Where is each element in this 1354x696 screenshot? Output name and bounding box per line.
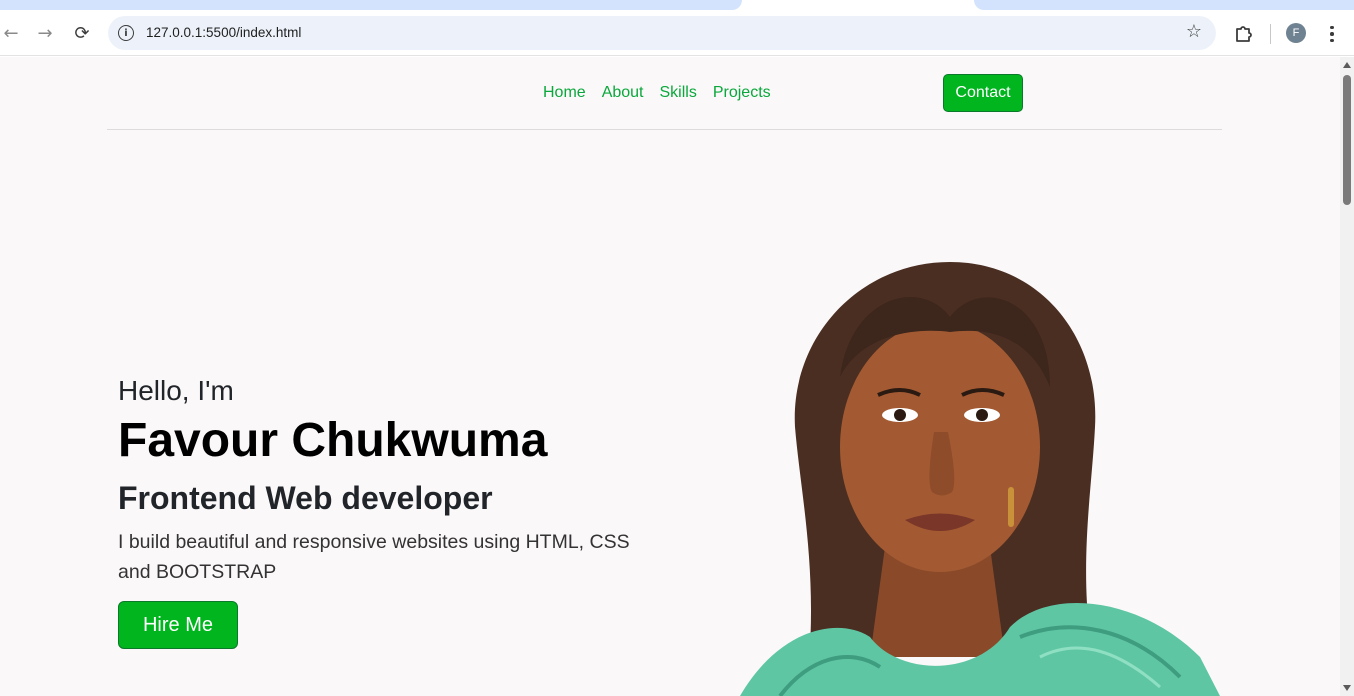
arrow-right-icon: → <box>37 22 53 44</box>
inactive-tab-area-right[interactable] <box>974 0 1354 10</box>
nav-link-home[interactable]: Home <box>543 84 586 102</box>
url-text[interactable]: 127.0.0.1:5500/index.html <box>146 25 301 40</box>
site-navbar: Home About Skills Projects Contact <box>0 57 1340 130</box>
reload-icon: ⟳ <box>74 22 90 44</box>
arrow-left-icon: ← <box>3 22 19 44</box>
address-bar[interactable]: i 127.0.0.1:5500/index.html ☆ <box>108 16 1216 50</box>
nav-link-about[interactable]: About <box>602 84 644 102</box>
hire-me-button[interactable]: Hire Me <box>118 601 238 649</box>
contact-button[interactable]: Contact <box>943 74 1023 112</box>
toolbar-separator <box>1270 24 1271 44</box>
inactive-tab-area[interactable] <box>0 0 742 10</box>
hero-name: Favour Chukwuma <box>118 414 548 467</box>
back-button[interactable]: ← <box>0 20 24 46</box>
scroll-up-arrow-icon[interactable] <box>1343 62 1351 68</box>
forward-button[interactable]: → <box>32 20 58 46</box>
reload-button[interactable]: ⟳ <box>69 20 95 46</box>
hero-description: I build beautiful and responsive website… <box>118 531 630 583</box>
nav-link-skills[interactable]: Skills <box>660 84 697 102</box>
three-dots-vertical-icon[interactable] <box>1320 22 1344 46</box>
info-icon[interactable]: i <box>118 25 134 41</box>
scroll-down-arrow-icon[interactable] <box>1343 685 1351 691</box>
navbar-divider <box>107 129 1222 130</box>
scrollbar-thumb[interactable] <box>1343 75 1351 205</box>
nav-link-projects[interactable]: Projects <box>713 84 771 102</box>
puzzle-icon <box>1236 26 1252 42</box>
active-tab[interactable] <box>742 0 974 10</box>
tab-strip <box>0 0 1354 10</box>
browser-toolbar: ← → ⟳ i 127.0.0.1:5500/index.html ☆ F <box>0 10 1354 56</box>
page-viewport: Home About Skills Projects Contact Hello… <box>0 57 1354 696</box>
page-scrollbar[interactable] <box>1340 57 1354 696</box>
extensions-button[interactable] <box>1230 20 1256 46</box>
profile-portrait-image <box>740 262 1220 696</box>
hero-greeting: Hello, I'm <box>118 375 234 406</box>
nav-links: Home About Skills Projects <box>543 84 771 102</box>
profile-avatar[interactable]: F <box>1286 23 1306 43</box>
star-icon[interactable]: ☆ <box>1186 21 1202 42</box>
hero-role: Frontend Web developer <box>118 480 493 516</box>
